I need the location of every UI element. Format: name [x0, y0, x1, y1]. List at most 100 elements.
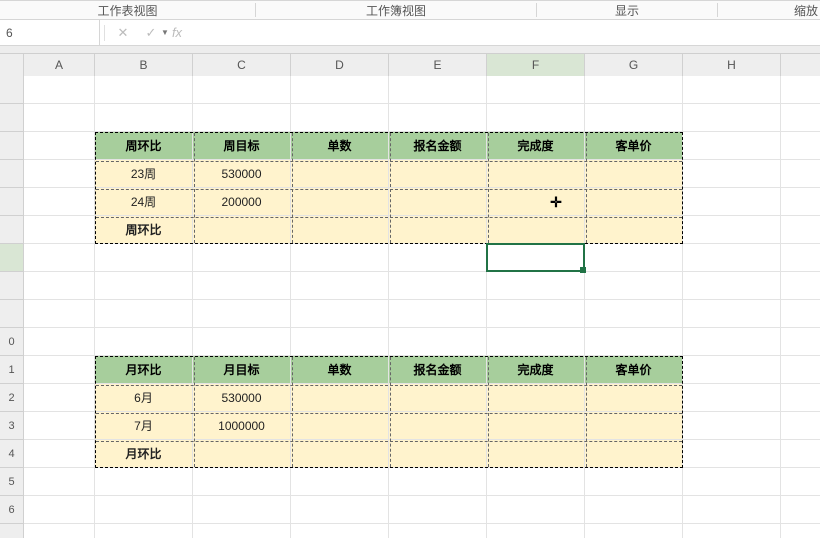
cell[interactable]: [95, 496, 193, 524]
ribbon-group-zoom[interactable]: 缩放: [718, 2, 820, 19]
table-row-cell[interactable]: [389, 216, 487, 244]
column-header-A[interactable]: A: [24, 54, 95, 76]
table-row-target[interactable]: 530000: [193, 160, 291, 188]
cell[interactable]: [781, 300, 820, 328]
cell[interactable]: [683, 384, 781, 412]
cell[interactable]: [487, 272, 585, 300]
cell[interactable]: [291, 244, 389, 272]
table-header-cell[interactable]: 完成度: [487, 132, 585, 160]
row-header[interactable]: 3: [0, 412, 23, 440]
cell[interactable]: [291, 496, 389, 524]
table-row-cell[interactable]: [487, 188, 585, 216]
cell[interactable]: [95, 244, 193, 272]
table-row-cell[interactable]: [585, 384, 683, 412]
table-row-label[interactable]: 23周: [95, 160, 193, 188]
column-header-G[interactable]: G: [585, 54, 683, 76]
table-row-target[interactable]: 200000: [193, 188, 291, 216]
cell[interactable]: [24, 300, 95, 328]
select-all-corner[interactable]: [0, 54, 24, 76]
column-header-B[interactable]: B: [95, 54, 193, 76]
cell[interactable]: [291, 328, 389, 356]
cell[interactable]: [683, 76, 781, 104]
cell[interactable]: [95, 272, 193, 300]
table-row-cell[interactable]: [487, 440, 585, 468]
ribbon-group-sheetview[interactable]: 工作表视图: [0, 2, 255, 19]
cell[interactable]: [95, 328, 193, 356]
cell[interactable]: [585, 468, 683, 496]
cell[interactable]: [95, 300, 193, 328]
column-header-I[interactable]: I: [781, 54, 820, 76]
formula-input[interactable]: [193, 20, 820, 45]
cell[interactable]: [193, 244, 291, 272]
cell[interactable]: [683, 356, 781, 384]
row-header[interactable]: [0, 272, 23, 300]
cell[interactable]: [193, 496, 291, 524]
cell[interactable]: [781, 468, 820, 496]
row-header[interactable]: [0, 524, 23, 538]
cell[interactable]: [24, 496, 95, 524]
row-header[interactable]: [0, 160, 23, 188]
table-header-cell[interactable]: 报名金额: [389, 132, 487, 160]
cell[interactable]: [781, 272, 820, 300]
cell[interactable]: [24, 76, 95, 104]
cell[interactable]: [781, 216, 820, 244]
cell[interactable]: [781, 356, 820, 384]
spreadsheet-grid[interactable]: ABCDEFGHI 0123456 周环比周目标单数报名金额完成度客单价23周5…: [0, 54, 820, 538]
cell[interactable]: [683, 468, 781, 496]
cell[interactable]: [24, 216, 95, 244]
table-header-cell[interactable]: 客单价: [585, 132, 683, 160]
cell[interactable]: [781, 496, 820, 524]
table-row-cell[interactable]: [487, 216, 585, 244]
cell[interactable]: [24, 468, 95, 496]
cell[interactable]: [487, 244, 585, 272]
cell[interactable]: [291, 468, 389, 496]
table-header-cell[interactable]: 周环比: [95, 132, 193, 160]
cell[interactable]: [585, 524, 683, 538]
cell[interactable]: [683, 524, 781, 538]
table-header-cell[interactable]: 客单价: [585, 356, 683, 384]
row-header[interactable]: 6: [0, 496, 23, 524]
table-row-cell[interactable]: [585, 188, 683, 216]
table-row-cell[interactable]: [487, 412, 585, 440]
table-row-target[interactable]: [193, 216, 291, 244]
row-header[interactable]: 2: [0, 384, 23, 412]
cell[interactable]: [389, 76, 487, 104]
cell[interactable]: [781, 328, 820, 356]
cell[interactable]: [95, 76, 193, 104]
cell[interactable]: [389, 524, 487, 538]
cell[interactable]: [193, 104, 291, 132]
cell[interactable]: [193, 272, 291, 300]
cell[interactable]: [193, 524, 291, 538]
table-row-cell[interactable]: [291, 384, 389, 412]
table-row-cell[interactable]: [389, 412, 487, 440]
cell[interactable]: [193, 468, 291, 496]
cell[interactable]: [683, 188, 781, 216]
cell[interactable]: [24, 328, 95, 356]
cell[interactable]: [95, 104, 193, 132]
table-header-cell[interactable]: 月目标: [193, 356, 291, 384]
table-header-cell[interactable]: 单数: [291, 132, 389, 160]
cell[interactable]: [585, 496, 683, 524]
cell[interactable]: [95, 468, 193, 496]
cell[interactable]: [781, 160, 820, 188]
cell[interactable]: [781, 384, 820, 412]
cell[interactable]: [487, 76, 585, 104]
row-header[interactable]: 1: [0, 356, 23, 384]
enter-button[interactable]: ✓: [137, 20, 165, 46]
cell[interactable]: [683, 104, 781, 132]
column-header-D[interactable]: D: [291, 54, 389, 76]
table-row-label[interactable]: 7月: [95, 412, 193, 440]
cell[interactable]: [389, 104, 487, 132]
cell[interactable]: [389, 496, 487, 524]
row-header[interactable]: 5: [0, 468, 23, 496]
cell[interactable]: [193, 76, 291, 104]
cell[interactable]: [487, 496, 585, 524]
cell[interactable]: [24, 356, 95, 384]
row-header[interactable]: [0, 244, 23, 272]
table-row-target[interactable]: [193, 440, 291, 468]
table-header-cell[interactable]: 完成度: [487, 356, 585, 384]
table-row-cell[interactable]: [291, 160, 389, 188]
cell[interactable]: [683, 272, 781, 300]
table-row-cell[interactable]: [291, 440, 389, 468]
table-row-label[interactable]: 24周: [95, 188, 193, 216]
